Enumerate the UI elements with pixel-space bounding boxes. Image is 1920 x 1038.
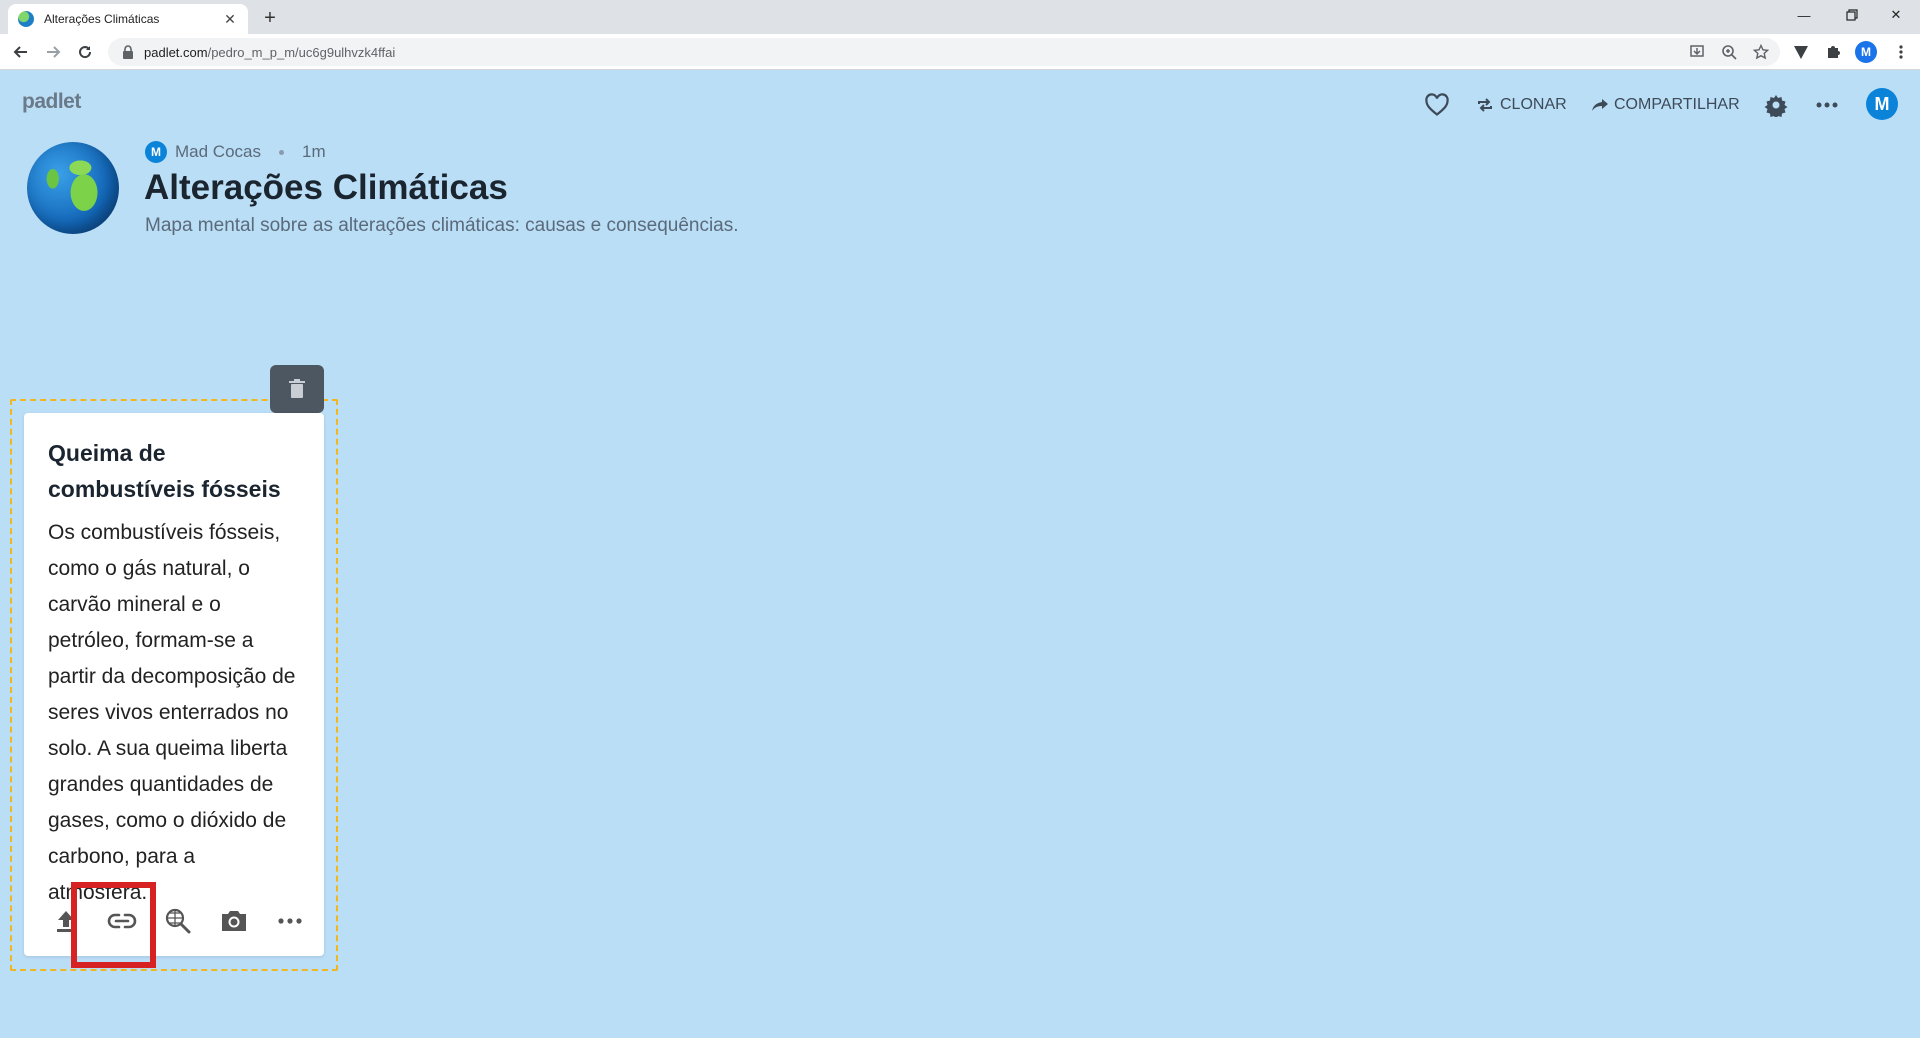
browser-profile-avatar[interactable]: M [1855, 41, 1877, 63]
back-icon[interactable] [8, 39, 34, 65]
settings-button[interactable] [1764, 88, 1788, 122]
url-text: padlet.com/pedro_m_p_m/uc6g9ulhvzk4ffai [144, 44, 396, 60]
author-line: M Mad Cocas 1m [145, 141, 326, 163]
post-title[interactable]: Queima de combustíveis fósseis [48, 435, 300, 507]
restore-icon[interactable] [1832, 0, 1872, 30]
heart-icon [1425, 93, 1449, 116]
minimize-icon[interactable]: — [1784, 0, 1824, 30]
camera-icon [222, 911, 246, 931]
more-attachments-button[interactable] [262, 900, 318, 942]
gear-icon [1764, 95, 1788, 117]
tab-title: Alterações Climáticas [44, 12, 160, 26]
camera-button[interactable] [206, 900, 262, 942]
image-search-button[interactable] [150, 900, 206, 942]
padlet-logo[interactable]: padlet [22, 90, 81, 114]
lock-icon [123, 45, 133, 59]
page-title: Alterações Climáticas [144, 168, 508, 207]
tab-close-icon[interactable]: ✕ [222, 11, 238, 27]
reload-icon[interactable] [72, 39, 98, 65]
web-search-icon [165, 908, 191, 934]
zoom-icon[interactable] [1720, 43, 1738, 61]
post-time: 1m [301, 142, 326, 161]
clone-label: CLONAR [1500, 96, 1567, 113]
browser-tab[interactable]: Alterações Climáticas ✕ [8, 4, 248, 34]
browser-toolbar: padlet.com/pedro_m_p_m/uc6g9ulhvzk4ffai … [0, 34, 1920, 70]
user-avatar[interactable]: M [1866, 88, 1898, 120]
new-tab-icon[interactable]: + [258, 6, 282, 30]
share-label: COMPARTILHAR [1614, 96, 1740, 113]
close-window-icon[interactable]: ✕ [1876, 0, 1916, 30]
author-avatar[interactable]: M [145, 141, 167, 163]
like-button[interactable] [1424, 88, 1450, 122]
share-button[interactable]: COMPARTILHAR [1592, 88, 1740, 122]
extension-shield-icon[interactable] [1792, 43, 1810, 61]
repeat-icon [1478, 98, 1492, 112]
bookmark-star-icon[interactable] [1752, 43, 1770, 61]
more-horizontal-icon [1816, 102, 1838, 108]
highlight-box [71, 882, 156, 968]
extensions-puzzle-icon[interactable] [1824, 43, 1842, 61]
share-arrow-icon [1592, 99, 1608, 111]
delete-post-button[interactable] [270, 365, 324, 413]
post-body[interactable]: Os combustíveis fósseis, como o gás natu… [48, 515, 300, 911]
forward-icon[interactable] [40, 39, 66, 65]
globe-favicon-icon [18, 11, 34, 27]
trash-icon [289, 379, 305, 398]
page-description: Mapa mental sobre as alterações climátic… [145, 215, 739, 236]
install-app-icon[interactable] [1688, 43, 1706, 61]
more-horizontal-icon [278, 918, 302, 924]
browser-menu-icon[interactable] [1892, 43, 1910, 61]
post-card[interactable]: Queima de combustíveis fósseis Os combus… [24, 413, 324, 956]
clone-button[interactable]: CLONAR [1476, 88, 1567, 122]
browser-tab-bar: Alterações Climáticas ✕ + — ✕ [0, 0, 1920, 34]
globe-icon[interactable] [27, 142, 119, 234]
author-name: Mad Cocas [175, 142, 261, 161]
more-options-button[interactable] [1816, 88, 1838, 122]
separator-dot [278, 149, 284, 155]
address-bar[interactable]: padlet.com/pedro_m_p_m/uc6g9ulhvzk4ffai [108, 38, 1780, 66]
